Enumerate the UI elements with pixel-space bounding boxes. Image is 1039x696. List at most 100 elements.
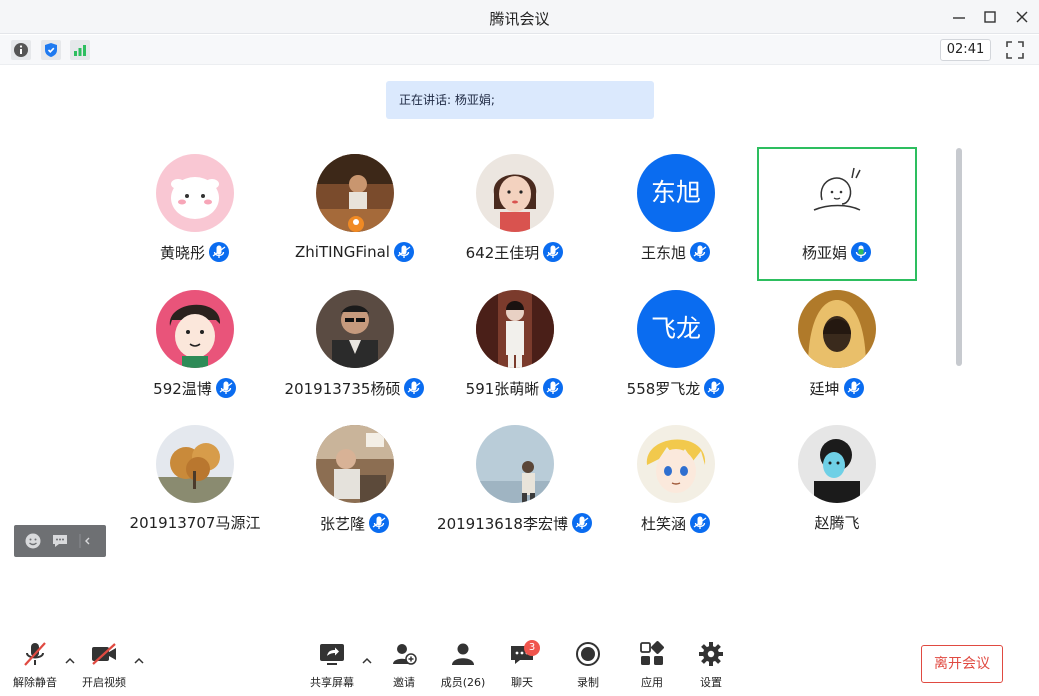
unmute-label: 解除静音 — [13, 676, 57, 689]
chevron-up-icon[interactable] — [361, 656, 373, 666]
status-bar: 02:41 — [0, 35, 1039, 65]
speaking-banner: 正在讲话: 杨亚娟; — [386, 81, 654, 119]
minimize-icon[interactable] — [947, 6, 971, 28]
record-icon — [576, 642, 600, 666]
chat-label: 聊天 — [511, 676, 533, 689]
participant-tile[interactable]: 张艺隆 — [275, 418, 435, 552]
participant-name-row: 黄晓彤 — [115, 241, 275, 263]
participant-avatar — [316, 425, 394, 503]
participant-tile[interactable]: 642王佳玥 — [435, 147, 595, 281]
participant-avatar — [156, 290, 234, 368]
leave-meeting-button[interactable]: 离开会议 — [921, 645, 1003, 683]
grid-scrollbar[interactable] — [956, 148, 962, 366]
share-screen-icon — [320, 644, 344, 665]
microphone-speaking-icon — [850, 241, 872, 263]
window-title: 腾讯会议 — [489, 10, 550, 28]
chevron-left-icon[interactable] — [78, 532, 94, 550]
invite-button[interactable]: 邀请 — [374, 640, 434, 692]
participant-name: 201913707马源江 — [129, 514, 261, 532]
participant-name-row: 558罗飞龙 — [596, 377, 756, 399]
participant-avatar: 飞龙 — [637, 290, 715, 368]
participant-tile[interactable]: ZhiTINGFinal — [275, 147, 435, 281]
chat-button[interactable]: 聊天 — [492, 640, 552, 692]
participant-name: 592温博 — [153, 379, 212, 398]
microphone-icon — [208, 241, 230, 263]
apps-label: 应用 — [641, 676, 663, 689]
participant-name-row: ZhiTINGFinal — [275, 241, 435, 263]
participant-name: 杨亚娟 — [801, 243, 847, 262]
microphone-icon — [542, 377, 564, 399]
title-bar: 腾讯会议 — [0, 0, 1039, 34]
microphone-icon — [843, 377, 865, 399]
settings-label: 设置 — [700, 676, 722, 689]
info-icon[interactable] — [11, 40, 31, 60]
participant-name-row: 201913707马源江 — [115, 512, 275, 533]
microphone-icon — [703, 377, 725, 399]
participant-avatar — [476, 154, 554, 232]
members-button[interactable]: 成员(26) — [433, 640, 493, 692]
participant-avatar — [798, 154, 876, 232]
microphone-muted-icon — [24, 642, 46, 666]
participant-tile[interactable]: 廷坤 — [757, 283, 917, 417]
participant-tile[interactable]: 黄晓彤 — [115, 147, 275, 281]
camera-off-icon — [92, 643, 116, 665]
start-video-button[interactable]: 开启视频 — [74, 640, 134, 692]
participant-name: 591张萌晰 — [465, 379, 540, 398]
participant-tile[interactable]: 赵腾飞 — [757, 418, 917, 552]
participant-avatar — [156, 425, 234, 503]
apps-button[interactable]: 应用 — [622, 640, 682, 692]
unmute-button[interactable]: 解除静音 — [5, 640, 65, 692]
participant-avatar — [476, 425, 554, 503]
participant-name: 王东旭 — [640, 243, 686, 262]
close-icon[interactable] — [1010, 6, 1034, 28]
maximize-icon[interactable] — [978, 6, 1002, 28]
chevron-up-icon[interactable] — [133, 656, 145, 666]
members-label: 成员(26) — [440, 676, 486, 689]
participant-tile[interactable]: 东旭 王东旭 — [596, 147, 756, 281]
start-video-label: 开启视频 — [82, 676, 126, 689]
microphone-icon — [571, 512, 593, 534]
participant-name: 201913618李宏博 — [437, 514, 568, 533]
microphone-icon — [689, 241, 711, 263]
participant-name: 642王佳玥 — [465, 243, 540, 262]
participant-avatar: 东旭 — [637, 154, 715, 232]
participant-tile[interactable]: 201913707马源江 — [115, 418, 275, 552]
participant-name-row: 592温博 — [115, 377, 275, 399]
participant-name: 201913735杨硕 — [284, 379, 401, 398]
gear-icon — [699, 642, 723, 666]
record-button[interactable]: 录制 — [558, 640, 618, 692]
participant-name: 558罗飞龙 — [626, 379, 701, 398]
participant-name: ZhiTINGFinal — [295, 243, 390, 261]
share-screen-button[interactable]: 共享屏幕 — [302, 640, 362, 692]
participant-avatar — [316, 290, 394, 368]
microphone-icon — [542, 241, 564, 263]
participant-tile[interactable]: 201913735杨硕 — [275, 283, 435, 417]
participant-name: 杜笑涵 — [640, 514, 686, 533]
chat-bubble-icon[interactable] — [51, 532, 69, 550]
microphone-icon — [215, 377, 237, 399]
participant-name-row: 王东旭 — [596, 241, 756, 263]
participant-name: 赵腾飞 — [814, 514, 860, 532]
invite-label: 邀请 — [393, 676, 415, 689]
participant-name-row: 201913735杨硕 — [275, 377, 435, 399]
participant-name-row: 杜笑涵 — [596, 512, 756, 534]
participant-tile[interactable]: 飞龙 558罗飞龙 — [596, 283, 756, 417]
emoji-icon[interactable] — [24, 532, 42, 550]
participant-tile[interactable]: 杨亚娟 — [757, 147, 917, 281]
participant-tile[interactable]: 592温博 — [115, 283, 275, 417]
participant-name-row: 591张萌晰 — [435, 377, 595, 399]
signal-strength-icon[interactable] — [70, 40, 90, 60]
participant-tile[interactable]: 591张萌晰 — [435, 283, 595, 417]
participant-tile[interactable]: 杜笑涵 — [596, 418, 756, 552]
participant-avatar — [316, 154, 394, 232]
chat-unread-badge: 3 — [524, 640, 540, 656]
settings-button[interactable]: 设置 — [681, 640, 741, 692]
floating-toolbar — [14, 525, 106, 557]
shield-icon[interactable] — [41, 40, 61, 60]
participant-name-row: 张艺隆 — [275, 512, 435, 534]
participant-name-row: 201913618李宏博 — [435, 512, 595, 534]
participant-tile[interactable]: 201913618李宏博 — [435, 418, 595, 552]
fullscreen-icon[interactable] — [1005, 40, 1025, 60]
participant-avatar — [476, 290, 554, 368]
participant-name-row: 642王佳玥 — [435, 241, 595, 263]
